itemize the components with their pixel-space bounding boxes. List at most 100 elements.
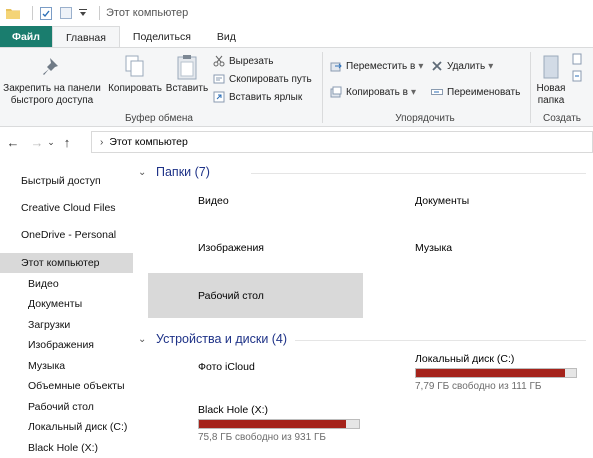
ribbon-tabs: Файл Главная Поделиться Вид bbox=[0, 26, 593, 48]
cut-button[interactable]: Вырезать bbox=[213, 55, 273, 67]
nav-3d-objects[interactable]: Объемные объекты bbox=[0, 376, 133, 396]
paste-button[interactable]: Вставить bbox=[164, 54, 210, 95]
ribbon: Закрепить на панели быстрого доступа Коп… bbox=[0, 47, 593, 127]
nav-this-pc[interactable]: Этот компьютер bbox=[0, 253, 133, 273]
folder-tile-documents[interactable]: Документы bbox=[365, 178, 580, 223]
back-arrow-icon[interactable]: ← bbox=[4, 132, 22, 152]
pin-to-quick-access-button[interactable]: Закрепить на панели быстрого доступа bbox=[2, 54, 102, 107]
title-bar: Этот компьютер bbox=[0, 0, 593, 26]
drive-c-usage-fill bbox=[416, 369, 565, 377]
folder-tile-pictures[interactable]: Изображения bbox=[148, 225, 363, 270]
customize-qat-icon[interactable] bbox=[79, 6, 87, 20]
copy-to-button[interactable]: Копировать в ▾ bbox=[330, 86, 416, 98]
chevron-down-icon[interactable]: ⌄ bbox=[138, 334, 150, 345]
recent-locations-chevron-icon[interactable]: ⌄ bbox=[46, 132, 56, 152]
drive-c-name: Локальный диск (C:) bbox=[415, 353, 515, 365]
organize-group-label: Упорядочить bbox=[395, 113, 455, 124]
breadcrumb-chevron-icon[interactable]: › bbox=[100, 137, 103, 148]
nav-creative-cloud[interactable]: Creative Cloud Files bbox=[0, 198, 133, 218]
folder-name: Изображения bbox=[198, 241, 264, 254]
navigation-pane: Быстрый доступ Creative Cloud Files OneD… bbox=[0, 164, 133, 458]
new-group-label: Создать bbox=[543, 113, 582, 124]
new-folder-label: Новая папка bbox=[536, 83, 566, 106]
drive-c-usage-bar bbox=[415, 368, 577, 378]
copy-to-label: Копировать в bbox=[346, 86, 408, 98]
tab-share[interactable]: Поделиться bbox=[120, 26, 204, 48]
properties-icon[interactable] bbox=[39, 6, 53, 20]
paste-shortcut-button[interactable]: Вставить ярлык bbox=[213, 91, 302, 103]
new-item-icon bbox=[571, 53, 583, 65]
divider bbox=[99, 6, 100, 20]
rename-label: Переименовать bbox=[447, 86, 521, 98]
tab-file[interactable]: Файл bbox=[0, 26, 52, 48]
new-item-button[interactable] bbox=[571, 53, 587, 65]
nav-video[interactable]: Видео bbox=[0, 274, 133, 294]
copy-to-icon bbox=[330, 86, 342, 98]
nav-music[interactable]: Музыка bbox=[0, 356, 133, 376]
clipboard-group: Закрепить на панели быстрого доступа Коп… bbox=[0, 48, 318, 127]
nav-onedrive[interactable]: OneDrive - Personal bbox=[0, 225, 133, 245]
drive-x-usage-fill bbox=[199, 420, 347, 428]
icloud-name: Фото iCloud bbox=[198, 361, 255, 373]
breadcrumb[interactable]: Этот компьютер bbox=[109, 136, 188, 148]
chevron-down-icon[interactable]: ⌄ bbox=[138, 167, 150, 178]
drive-x-usage-bar bbox=[198, 419, 360, 429]
nav-desktop[interactable]: Рабочий стол bbox=[0, 397, 133, 417]
new-group: Новая папка Создать bbox=[531, 48, 593, 127]
divider bbox=[295, 340, 586, 341]
paste-label: Вставить bbox=[165, 83, 209, 94]
chevron-down-icon: ▾ bbox=[418, 60, 424, 72]
copy-path-button[interactable]: Скопировать путь bbox=[213, 73, 312, 85]
nav-black-hole-x[interactable]: Black Hole (X:) bbox=[0, 438, 133, 458]
devices-header-label: Устройства и диски (4) bbox=[156, 332, 288, 346]
nav-local-disk-c[interactable]: Локальный диск (C:) bbox=[0, 417, 133, 437]
cut-label: Вырезать bbox=[229, 55, 274, 67]
folder-tile-video[interactable]: Видео bbox=[148, 178, 363, 223]
drive-c-item[interactable]: Локальный диск (C:) 7,79 ГБ свободно из … bbox=[415, 352, 577, 392]
copy-button[interactable]: Копировать bbox=[106, 54, 164, 95]
rename-icon bbox=[431, 86, 443, 98]
paste-icon bbox=[174, 54, 200, 80]
delete-button[interactable]: Удалить ▾ bbox=[431, 60, 493, 72]
folder-name: Рабочий стол bbox=[198, 289, 264, 302]
easy-access-icon bbox=[571, 70, 583, 82]
address-bar[interactable]: › Этот компьютер bbox=[91, 131, 593, 153]
up-arrow-icon[interactable]: ↑ bbox=[58, 132, 76, 152]
drive-c-free-space: 7,79 ГБ свободно из 111 ГБ bbox=[415, 381, 542, 392]
delete-label: Удалить bbox=[447, 60, 486, 72]
folder-name: Видео bbox=[198, 194, 229, 207]
nav-pictures[interactable]: Изображения bbox=[0, 335, 133, 355]
pin-icon bbox=[39, 54, 65, 80]
nav-downloads[interactable]: Загрузки bbox=[0, 315, 133, 335]
window-title: Этот компьютер bbox=[106, 7, 189, 19]
navigation-bar: ← → ⌄ ↑ › Этот компьютер bbox=[0, 128, 593, 156]
folder-tile-music[interactable]: Музыка bbox=[365, 225, 580, 270]
folder-icon[interactable] bbox=[6, 6, 20, 20]
new-folder-icon bbox=[538, 54, 564, 80]
tab-home[interactable]: Главная bbox=[51, 26, 120, 48]
forward-arrow-icon[interactable]: → bbox=[28, 132, 46, 152]
move-to-button[interactable]: Переместить в ▾ bbox=[330, 60, 423, 72]
drive-x-free-space: 75,8 ГБ свободно из 931 ГБ bbox=[198, 432, 326, 443]
easy-access-button[interactable] bbox=[571, 70, 587, 82]
folder-tile-desktop[interactable]: Рабочий стол bbox=[148, 273, 363, 318]
nav-documents[interactable]: Документы bbox=[0, 294, 133, 314]
new-folder-button[interactable]: Новая папка bbox=[534, 54, 568, 107]
devices-section-header[interactable]: ⌄ Устройства и диски (4) bbox=[138, 332, 287, 346]
drive-x-item[interactable]: Black Hole (X:) 75,8 ГБ свободно из 931 … bbox=[198, 403, 360, 443]
folder-name: Музыка bbox=[415, 241, 453, 254]
paste-shortcut-label: Вставить ярлык bbox=[229, 91, 303, 103]
rename-button[interactable]: Переименовать bbox=[431, 86, 520, 98]
chevron-down-icon: ▾ bbox=[410, 86, 416, 98]
nav-quick-access[interactable]: Быстрый доступ bbox=[0, 171, 133, 191]
delete-icon bbox=[431, 60, 443, 72]
new-folder-icon[interactable] bbox=[59, 6, 73, 20]
folders-section-header[interactable]: ⌄ Папки (7) bbox=[138, 165, 210, 179]
paste-shortcut-icon bbox=[213, 91, 225, 103]
divider bbox=[32, 6, 33, 20]
icloud-photos-item[interactable]: Фото iCloud bbox=[198, 360, 255, 374]
tab-view[interactable]: Вид bbox=[204, 26, 249, 48]
pin-label: Закрепить на панели быстрого доступа bbox=[3, 83, 101, 106]
move-to-icon bbox=[330, 60, 342, 72]
content-pane: ⌄ Папки (7) Видео Документы Изображения … bbox=[138, 160, 593, 458]
